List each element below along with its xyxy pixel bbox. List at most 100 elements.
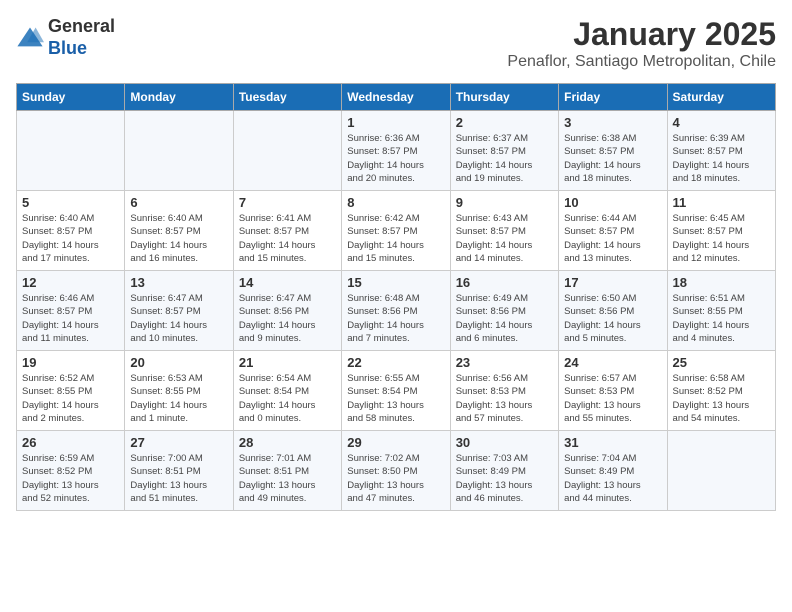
- day-number: 3: [564, 115, 661, 130]
- day-number: 18: [673, 275, 770, 290]
- day-of-week-header: Friday: [559, 84, 667, 111]
- calendar-cell: 16 Sunrise: 6:49 AM Sunset: 8:56 PM Dayli…: [450, 271, 558, 351]
- day-info: Sunrise: 6:38 AM Sunset: 8:57 PM Dayligh…: [564, 132, 661, 185]
- day-number: 31: [564, 435, 661, 450]
- day-number: 13: [130, 275, 227, 290]
- day-info: Sunrise: 7:04 AM Sunset: 8:49 PM Dayligh…: [564, 452, 661, 505]
- day-info: Sunrise: 6:51 AM Sunset: 8:55 PM Dayligh…: [673, 292, 770, 345]
- calendar-cell: 3 Sunrise: 6:38 AM Sunset: 8:57 PM Daylig…: [559, 111, 667, 191]
- calendar-cell: 20 Sunrise: 6:53 AM Sunset: 8:55 PM Dayli…: [125, 351, 233, 431]
- calendar-cell: 21 Sunrise: 6:54 AM Sunset: 8:54 PM Dayli…: [233, 351, 341, 431]
- calendar-cell: 13 Sunrise: 6:47 AM Sunset: 8:57 PM Dayli…: [125, 271, 233, 351]
- calendar-cell: 19 Sunrise: 6:52 AM Sunset: 8:55 PM Dayli…: [17, 351, 125, 431]
- calendar-cell: [125, 111, 233, 191]
- day-info: Sunrise: 6:58 AM Sunset: 8:52 PM Dayligh…: [673, 372, 770, 425]
- day-info: Sunrise: 7:01 AM Sunset: 8:51 PM Dayligh…: [239, 452, 336, 505]
- calendar-cell: 11 Sunrise: 6:45 AM Sunset: 8:57 PM Dayli…: [667, 191, 775, 271]
- days-of-week-row: SundayMondayTuesdayWednesdayThursdayFrid…: [17, 84, 776, 111]
- day-info: Sunrise: 6:55 AM Sunset: 8:54 PM Dayligh…: [347, 372, 444, 425]
- calendar-cell: 24 Sunrise: 6:57 AM Sunset: 8:53 PM Dayli…: [559, 351, 667, 431]
- day-number: 17: [564, 275, 661, 290]
- day-info: Sunrise: 6:43 AM Sunset: 8:57 PM Dayligh…: [456, 212, 553, 265]
- day-number: 24: [564, 355, 661, 370]
- calendar-cell: 1 Sunrise: 6:36 AM Sunset: 8:57 PM Daylig…: [342, 111, 450, 191]
- day-info: Sunrise: 6:50 AM Sunset: 8:56 PM Dayligh…: [564, 292, 661, 345]
- day-info: Sunrise: 6:40 AM Sunset: 8:57 PM Dayligh…: [130, 212, 227, 265]
- day-info: Sunrise: 6:42 AM Sunset: 8:57 PM Dayligh…: [347, 212, 444, 265]
- day-number: 29: [347, 435, 444, 450]
- calendar-cell: 8Sunrise: 6:42 AM Sunset: 8:57 PM Daylig…: [342, 191, 450, 271]
- calendar-cell: 28 Sunrise: 7:01 AM Sunset: 8:51 PM Dayli…: [233, 431, 341, 511]
- day-number: 27: [130, 435, 227, 450]
- calendar-cell: 2Sunrise: 6:37 AM Sunset: 8:57 PM Daylig…: [450, 111, 558, 191]
- day-number: 26: [22, 435, 119, 450]
- day-of-week-header: Tuesday: [233, 84, 341, 111]
- logo: General Blue: [16, 16, 115, 59]
- day-number: 2: [456, 115, 553, 130]
- calendar-cell: 7 Sunrise: 6:41 AM Sunset: 8:57 PM Daylig…: [233, 191, 341, 271]
- day-number: 15: [347, 275, 444, 290]
- day-info: Sunrise: 6:39 AM Sunset: 8:57 PM Dayligh…: [673, 132, 770, 185]
- day-info: Sunrise: 6:36 AM Sunset: 8:57 PM Dayligh…: [347, 132, 444, 185]
- day-of-week-header: Monday: [125, 84, 233, 111]
- day-info: Sunrise: 6:53 AM Sunset: 8:55 PM Dayligh…: [130, 372, 227, 425]
- calendar-cell: 30 Sunrise: 7:03 AM Sunset: 8:49 PM Dayli…: [450, 431, 558, 511]
- day-number: 28: [239, 435, 336, 450]
- calendar-cell: 4 Sunrise: 6:39 AM Sunset: 8:57 PM Daylig…: [667, 111, 775, 191]
- day-info: Sunrise: 6:57 AM Sunset: 8:53 PM Dayligh…: [564, 372, 661, 425]
- day-number: 14: [239, 275, 336, 290]
- day-number: 7: [239, 195, 336, 210]
- calendar-cell: 6 Sunrise: 6:40 AM Sunset: 8:57 PM Daylig…: [125, 191, 233, 271]
- day-info: Sunrise: 6:54 AM Sunset: 8:54 PM Dayligh…: [239, 372, 336, 425]
- calendar-cell: 29 Sunrise: 7:02 AM Sunset: 8:50 PM Dayli…: [342, 431, 450, 511]
- day-number: 22: [347, 355, 444, 370]
- title-block: January 2025 Penaflor, Santiago Metropol…: [507, 16, 776, 71]
- day-number: 4: [673, 115, 770, 130]
- month-title: January 2025: [507, 16, 776, 53]
- calendar-cell: 5 Sunrise: 6:40 AM Sunset: 8:57 PM Daylig…: [17, 191, 125, 271]
- day-info: Sunrise: 6:59 AM Sunset: 8:52 PM Dayligh…: [22, 452, 119, 505]
- day-info: Sunrise: 6:41 AM Sunset: 8:57 PM Dayligh…: [239, 212, 336, 265]
- day-info: Sunrise: 7:03 AM Sunset: 8:49 PM Dayligh…: [456, 452, 553, 505]
- day-number: 10: [564, 195, 661, 210]
- day-number: 5: [22, 195, 119, 210]
- day-info: Sunrise: 6:52 AM Sunset: 8:55 PM Dayligh…: [22, 372, 119, 425]
- day-info: Sunrise: 6:40 AM Sunset: 8:57 PM Dayligh…: [22, 212, 119, 265]
- calendar-week-row: 12Sunrise: 6:46 AM Sunset: 8:57 PM Dayli…: [17, 271, 776, 351]
- logo-icon: [16, 24, 44, 52]
- day-number: 1: [347, 115, 444, 130]
- day-number: 21: [239, 355, 336, 370]
- day-info: Sunrise: 6:49 AM Sunset: 8:56 PM Dayligh…: [456, 292, 553, 345]
- calendar-cell: 10 Sunrise: 6:44 AM Sunset: 8:57 PM Dayli…: [559, 191, 667, 271]
- day-of-week-header: Wednesday: [342, 84, 450, 111]
- day-info: Sunrise: 6:47 AM Sunset: 8:57 PM Dayligh…: [130, 292, 227, 345]
- page-header: General Blue January 2025 Penaflor, Sant…: [16, 16, 776, 71]
- calendar-cell: 27 Sunrise: 7:00 AM Sunset: 8:51 PM Dayli…: [125, 431, 233, 511]
- day-number: 6: [130, 195, 227, 210]
- day-number: 23: [456, 355, 553, 370]
- day-info: Sunrise: 7:00 AM Sunset: 8:51 PM Dayligh…: [130, 452, 227, 505]
- day-info: Sunrise: 6:44 AM Sunset: 8:57 PM Dayligh…: [564, 212, 661, 265]
- logo-general-text: General: [48, 16, 115, 36]
- day-info: Sunrise: 6:56 AM Sunset: 8:53 PM Dayligh…: [456, 372, 553, 425]
- calendar-table: SundayMondayTuesdayWednesdayThursdayFrid…: [16, 83, 776, 511]
- day-of-week-header: Sunday: [17, 84, 125, 111]
- day-info: Sunrise: 6:47 AM Sunset: 8:56 PM Dayligh…: [239, 292, 336, 345]
- day-number: 30: [456, 435, 553, 450]
- day-number: 25: [673, 355, 770, 370]
- day-number: 11: [673, 195, 770, 210]
- calendar-week-row: 26 Sunrise: 6:59 AM Sunset: 8:52 PM Dayli…: [17, 431, 776, 511]
- day-number: 20: [130, 355, 227, 370]
- calendar-cell: 12Sunrise: 6:46 AM Sunset: 8:57 PM Dayli…: [17, 271, 125, 351]
- calendar-cell: 15 Sunrise: 6:48 AM Sunset: 8:56 PM Dayli…: [342, 271, 450, 351]
- day-number: 9: [456, 195, 553, 210]
- day-number: 19: [22, 355, 119, 370]
- day-info: Sunrise: 6:45 AM Sunset: 8:57 PM Dayligh…: [673, 212, 770, 265]
- day-info: Sunrise: 7:02 AM Sunset: 8:50 PM Dayligh…: [347, 452, 444, 505]
- calendar-week-row: 19 Sunrise: 6:52 AM Sunset: 8:55 PM Dayli…: [17, 351, 776, 431]
- day-number: 16: [456, 275, 553, 290]
- day-info: Sunrise: 6:48 AM Sunset: 8:56 PM Dayligh…: [347, 292, 444, 345]
- calendar-cell: 17 Sunrise: 6:50 AM Sunset: 8:56 PM Dayli…: [559, 271, 667, 351]
- calendar-cell: 26 Sunrise: 6:59 AM Sunset: 8:52 PM Dayli…: [17, 431, 125, 511]
- logo-text: General Blue: [48, 16, 115, 59]
